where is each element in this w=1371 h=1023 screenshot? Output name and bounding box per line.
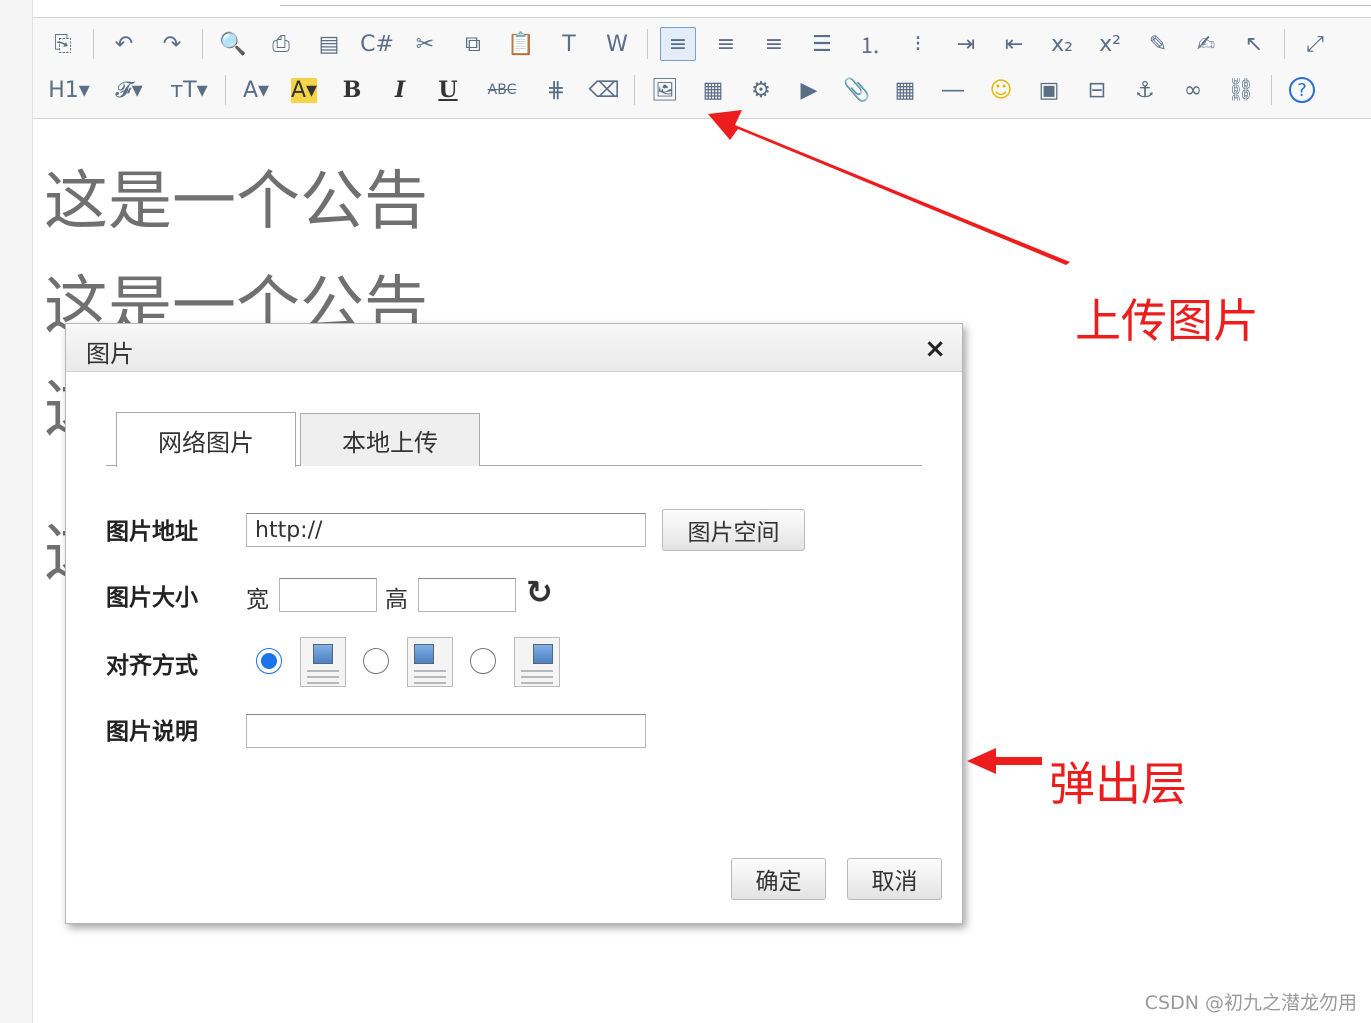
close-icon[interactable]: × bbox=[924, 334, 946, 364]
toolbar-separator bbox=[647, 29, 648, 59]
anchor-icon[interactable]: ⚓ bbox=[1127, 73, 1163, 107]
image-space-button[interactable]: 图片空间 bbox=[662, 509, 805, 551]
editor-toolbar: ⎘ ↶ ↷ 🔍 ⎙ ▤ C# ✂ ⧉ 📋 T W ≡ ≡ ≡ ☰ ⒈ ⁝ ⇥ ⇤ x₂ x² ✎ ✍ ↖ ⤢ H1▾ 𝓕▾ тT▾ A▾… bbox=[33, 17, 1371, 119]
width-label: 宽 bbox=[246, 587, 269, 613]
toolbar-row-2: H1▾ 𝓕▾ тT▾ A▾ A▾ B I U ABC ⋕ ⌫ 🖼 ▦ ⚙ ▶ 📎 ▦ ― ☺ ▣ ⊟ ⚓ ∞ ⛓? bbox=[45, 70, 1332, 110]
redo-icon[interactable]: ↷ bbox=[154, 27, 190, 61]
highlight-icon[interactable]: A▾ bbox=[286, 73, 322, 107]
font-family-icon[interactable]: 𝓕▾ bbox=[105, 73, 153, 107]
height-label: 高 bbox=[385, 587, 408, 613]
toolbar-row-1: ⎘ ↶ ↷ 🔍 ⎙ ▤ C# ✂ ⧉ 📋 T W ≡ ≡ ≡ ☰ ⒈ ⁝ ⇥ ⇤ x₂ x² ✎ ✍ ↖ ⤢ bbox=[45, 24, 1345, 64]
pagebreak-icon[interactable]: ⊟ bbox=[1079, 73, 1115, 107]
annotation-popup-layer: 弹出层 bbox=[1049, 757, 1187, 811]
paste-icon[interactable]: 📋 bbox=[503, 27, 539, 61]
undo-icon[interactable]: ↶ bbox=[106, 27, 142, 61]
cut-icon[interactable]: ✂ bbox=[407, 27, 443, 61]
indent-icon[interactable]: ⇥ bbox=[948, 27, 984, 61]
paste-word-icon[interactable]: W bbox=[599, 27, 635, 61]
eraser-icon[interactable]: ⌫ bbox=[586, 73, 622, 107]
font-color-icon[interactable]: A▾ bbox=[238, 73, 274, 107]
tab-local-upload[interactable]: 本地上传 bbox=[300, 413, 480, 466]
cancel-button[interactable]: 取消 bbox=[847, 858, 942, 900]
source-icon[interactable]: ⎘ bbox=[45, 27, 81, 61]
heading-icon[interactable]: H1▾ bbox=[45, 73, 93, 107]
align-left-image-icon bbox=[407, 637, 453, 687]
toolbar-separator bbox=[225, 75, 226, 105]
image-url-input[interactable] bbox=[246, 513, 646, 547]
link-icon[interactable]: ∞ bbox=[1175, 73, 1211, 107]
preview-icon[interactable]: 🔍 bbox=[215, 27, 251, 61]
hr-icon[interactable]: ― bbox=[935, 73, 971, 107]
dialog-header: 图片 × bbox=[66, 324, 962, 372]
toolbar-separator bbox=[93, 29, 94, 59]
annotation-upload-image: 上传图片 bbox=[1075, 294, 1259, 348]
toolbar-separator bbox=[202, 29, 203, 59]
copy-icon[interactable]: ⧉ bbox=[455, 27, 491, 61]
watermark: CSDN @初九之潜龙勿用 bbox=[1144, 992, 1357, 1014]
align-default-image-icon bbox=[300, 637, 346, 687]
font-size-icon[interactable]: тT▾ bbox=[165, 73, 213, 107]
superscript-icon[interactable]: x² bbox=[1092, 27, 1128, 61]
quick-format-icon[interactable]: ✍ bbox=[1188, 27, 1224, 61]
map-icon[interactable]: ▣ bbox=[1031, 73, 1067, 107]
left-gutter bbox=[0, 0, 33, 1023]
ordered-list-icon[interactable]: ⒈ bbox=[852, 27, 888, 61]
align-right-icon[interactable]: ≡ bbox=[756, 27, 792, 61]
help-icon[interactable]: ? bbox=[1284, 73, 1320, 107]
template-icon[interactable]: ▤ bbox=[311, 27, 347, 61]
ok-button[interactable]: 确定 bbox=[731, 858, 826, 900]
outdent-icon[interactable]: ⇤ bbox=[996, 27, 1032, 61]
toolbar-separator bbox=[1271, 75, 1272, 105]
select-all-icon[interactable]: ↖ bbox=[1236, 27, 1272, 61]
italic-icon[interactable]: I bbox=[382, 73, 418, 107]
underline-icon[interactable]: U bbox=[430, 73, 466, 107]
code-icon[interactable]: C# bbox=[359, 27, 395, 61]
attachment-icon[interactable]: 📎 bbox=[839, 73, 875, 107]
unordered-list-icon[interactable]: ⁝ bbox=[900, 27, 936, 61]
caption-label: 图片说明 bbox=[106, 719, 198, 745]
unlink-icon[interactable]: ⛓ bbox=[1223, 73, 1259, 107]
subscript-icon[interactable]: x₂ bbox=[1044, 27, 1080, 61]
toolbar-separator bbox=[1284, 29, 1285, 59]
dialog-tabs: 本地上传 网络图片 bbox=[106, 412, 922, 467]
align-left-icon[interactable]: ≡ bbox=[660, 27, 696, 61]
print-icon[interactable]: ⎙ bbox=[263, 27, 299, 61]
dialog-title: 图片 bbox=[86, 340, 134, 368]
upload-arrow bbox=[708, 110, 1070, 265]
align-right-radio[interactable] bbox=[470, 648, 496, 674]
content-line: 这是一个公告 bbox=[44, 165, 428, 239]
image-upload-icon[interactable]: 🖼 bbox=[647, 73, 683, 107]
align-left-radio[interactable] bbox=[363, 648, 389, 674]
height-input[interactable] bbox=[418, 578, 516, 612]
multi-image-icon[interactable]: ▦ bbox=[695, 73, 731, 107]
media-icon[interactable]: ▶ bbox=[791, 73, 827, 107]
refresh-icon[interactable]: ↻ bbox=[526, 573, 553, 611]
bold-icon[interactable]: B bbox=[334, 73, 370, 107]
line-height-icon[interactable]: ⋕ bbox=[538, 73, 574, 107]
paste-text-icon[interactable]: T bbox=[551, 27, 587, 61]
justify-icon[interactable]: ☰ bbox=[804, 27, 840, 61]
width-input[interactable] bbox=[279, 578, 377, 612]
align-default-radio[interactable] bbox=[256, 648, 282, 674]
align-label: 对齐方式 bbox=[106, 653, 198, 679]
size-label: 图片大小 bbox=[106, 585, 198, 611]
clear-format-icon[interactable]: ✎ bbox=[1140, 27, 1176, 61]
align-center-icon[interactable]: ≡ bbox=[708, 27, 744, 61]
table-icon[interactable]: ▦ bbox=[887, 73, 923, 107]
popup-arrow bbox=[967, 748, 1042, 774]
url-label: 图片地址 bbox=[106, 519, 198, 545]
emoticon-icon[interactable]: ☺ bbox=[983, 73, 1019, 107]
align-right-image-icon bbox=[514, 637, 560, 687]
toolbar-separator bbox=[634, 75, 635, 105]
fullscreen-icon[interactable]: ⤢ bbox=[1297, 27, 1333, 61]
image-caption-input[interactable] bbox=[246, 714, 646, 748]
strikethrough-icon[interactable]: ABC bbox=[478, 73, 526, 107]
top-divider bbox=[280, 5, 1371, 6]
flash-icon[interactable]: ⚙ bbox=[743, 73, 779, 107]
tab-network-image[interactable]: 网络图片 bbox=[116, 412, 296, 467]
image-dialog: 图片 × 本地上传 网络图片 图片地址 图片空间 图片大小 宽 高 ↻ 对齐方式… bbox=[65, 323, 963, 924]
